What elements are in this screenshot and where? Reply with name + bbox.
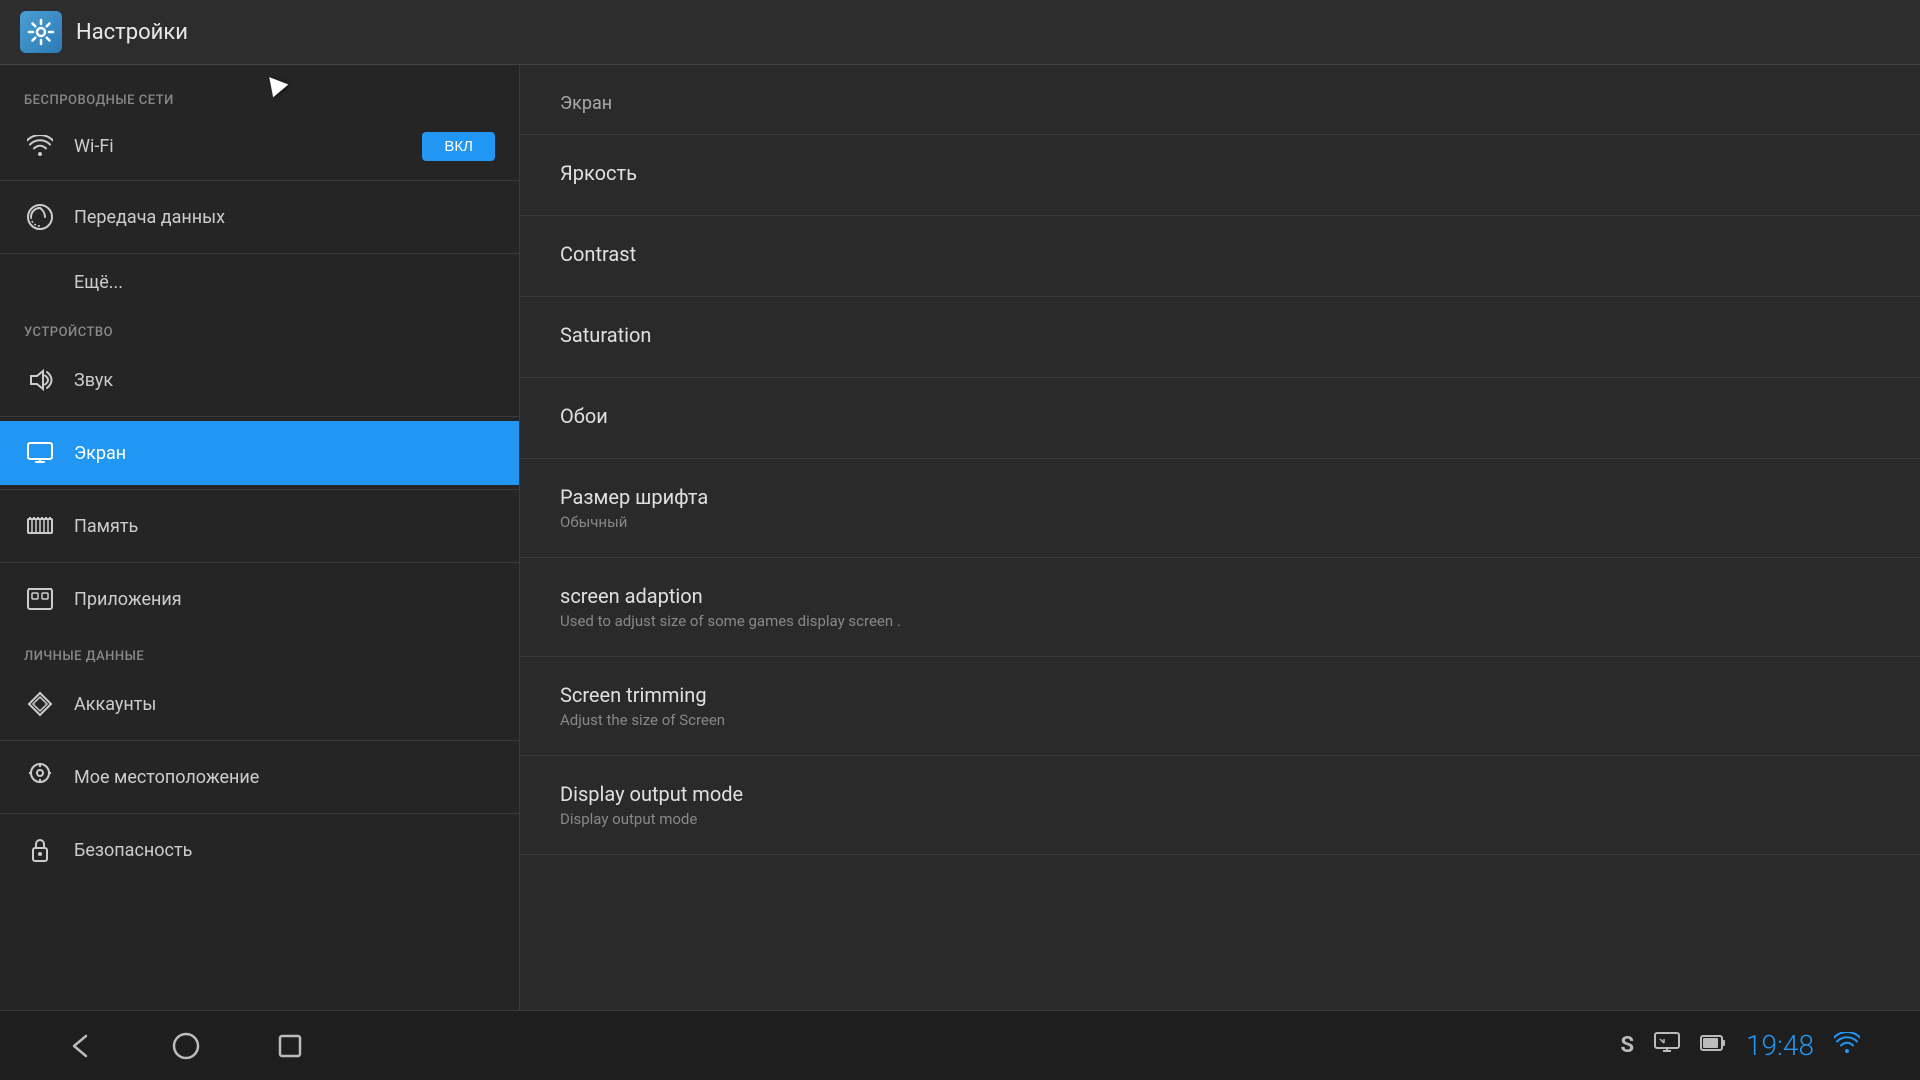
- sound-icon: [24, 364, 56, 396]
- sidebar-item-security[interactable]: Безопасность: [0, 818, 519, 882]
- s-status-icon: S: [1620, 1033, 1634, 1058]
- setting-screen-trimming[interactable]: Screen trimming Adjust the size of Scree…: [520, 657, 1920, 756]
- top-bar: Настройки: [0, 0, 1920, 65]
- setting-screen-adaption[interactable]: screen adaption Used to adjust size of s…: [520, 558, 1920, 657]
- home-button[interactable]: [164, 1024, 208, 1068]
- divider-2: [0, 253, 519, 254]
- sidebar-item-location[interactable]: Мое местоположение: [0, 745, 519, 809]
- status-bar: S 19:48: [1620, 1029, 1860, 1062]
- setting-brightness[interactable]: Яркость: [520, 135, 1920, 216]
- divider-6: [0, 740, 519, 741]
- sidebar-item-memory[interactable]: Память: [0, 494, 519, 558]
- location-label: Мое местоположение: [74, 767, 259, 788]
- location-icon: [24, 761, 56, 793]
- sidebar-item-more[interactable]: Ещё...: [0, 258, 519, 307]
- security-label: Безопасность: [74, 840, 192, 861]
- bottom-bar: S 19:48: [0, 1010, 1920, 1080]
- sidebar-item-data-transfer[interactable]: Передача данных: [0, 185, 519, 249]
- screen-adaption-title: screen adaption: [560, 584, 1880, 608]
- sidebar-item-sound[interactable]: Звук: [0, 348, 519, 412]
- saturation-title: Saturation: [560, 323, 1880, 347]
- screen-label: Экран: [74, 443, 126, 464]
- wifi-status-icon: [1834, 1032, 1860, 1060]
- data-transfer-label: Передача данных: [74, 207, 225, 228]
- accounts-icon: [24, 688, 56, 720]
- sidebar-item-screen[interactable]: Экран: [0, 421, 519, 485]
- divider-7: [0, 813, 519, 814]
- display-output-title: Display output mode: [560, 782, 1880, 806]
- sidebar-item-apps[interactable]: Приложения: [0, 567, 519, 631]
- sidebar-item-accounts[interactable]: Аккаунты: [0, 672, 519, 736]
- divider-3: [0, 416, 519, 417]
- setting-font-size[interactable]: Размер шрифта Обычный: [520, 459, 1920, 558]
- security-icon: [24, 834, 56, 866]
- divider-1: [0, 180, 519, 181]
- display-output-subtitle: Display output mode: [560, 810, 1880, 828]
- wifi-toggle-button[interactable]: ВКЛ: [422, 132, 495, 161]
- wallpaper-title: Обои: [560, 404, 1880, 428]
- screen-trimming-subtitle: Adjust the size of Screen: [560, 711, 1880, 729]
- section-personal: ЛИЧНЫЕ ДАННЫЕ: [0, 631, 519, 672]
- sound-label: Звук: [74, 370, 113, 391]
- main-content: БЕСПРОВОДНЫЕ СЕТИ Wi-Fi ВКЛ: [0, 65, 1920, 1010]
- apps-icon: [24, 583, 56, 615]
- screen-icon: [24, 437, 56, 469]
- recents-button[interactable]: [268, 1024, 312, 1068]
- setting-contrast[interactable]: Contrast: [520, 216, 1920, 297]
- screen-adaption-subtitle: Used to adjust size of some games displa…: [560, 612, 1880, 630]
- font-size-title: Размер шрифта: [560, 485, 1880, 509]
- divider-4: [0, 489, 519, 490]
- panel-title: Экран: [520, 65, 1920, 135]
- setting-saturation[interactable]: Saturation: [520, 297, 1920, 378]
- section-wireless: БЕСПРОВОДНЫЕ СЕТИ: [0, 75, 519, 116]
- screen-trimming-title: Screen trimming: [560, 683, 1880, 707]
- font-size-subtitle: Обычный: [560, 513, 1880, 531]
- settings-icon: [20, 11, 62, 53]
- sidebar-item-wifi[interactable]: Wi-Fi ВКЛ: [0, 116, 519, 176]
- wifi-label: Wi-Fi: [74, 136, 422, 157]
- section-device: УСТРОЙСТВО: [0, 307, 519, 348]
- accounts-label: Аккаунты: [74, 694, 156, 715]
- divider-5: [0, 562, 519, 563]
- right-panel: Экран Яркость Contrast Saturation Обои Р…: [520, 65, 1920, 1010]
- page-title: Настройки: [76, 20, 188, 45]
- memory-icon: [24, 510, 56, 542]
- nav-buttons: [60, 1024, 312, 1068]
- memory-label: Память: [74, 516, 138, 537]
- battery-icon: [1700, 1032, 1726, 1060]
- setting-wallpaper[interactable]: Обои: [520, 378, 1920, 459]
- contrast-title: Contrast: [560, 242, 1880, 266]
- data-transfer-icon: [24, 201, 56, 233]
- wifi-icon: [24, 130, 56, 162]
- brightness-title: Яркость: [560, 161, 1880, 185]
- time-display: 19:48: [1746, 1029, 1814, 1062]
- back-button[interactable]: [60, 1024, 104, 1068]
- apps-label: Приложения: [74, 589, 182, 610]
- setting-display-output[interactable]: Display output mode Display output mode: [520, 756, 1920, 855]
- monitor-icon: [1654, 1032, 1680, 1060]
- sidebar: БЕСПРОВОДНЫЕ СЕТИ Wi-Fi ВКЛ: [0, 65, 520, 1010]
